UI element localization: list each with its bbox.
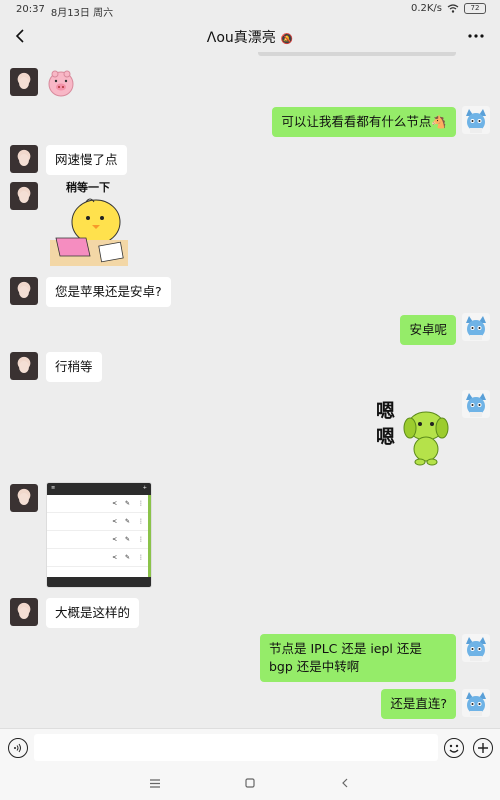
contact-avatar[interactable]: [10, 68, 38, 96]
image-row: < ✎ ⋮: [47, 531, 151, 549]
contact-avatar[interactable]: [10, 352, 38, 380]
message-bubble-out[interactable]: 可以让我看看都有什么节点🐴: [272, 107, 456, 137]
plus-icon: [478, 743, 488, 753]
cat-avatar-icon: [466, 637, 486, 661]
status-time: 20:37: [16, 4, 45, 15]
cat-avatar-icon: [466, 692, 486, 716]
status-date: 8月13日 周六: [50, 8, 114, 19]
chat-header: Λou真漂亮 🔕: [0, 20, 500, 52]
home-icon: [245, 778, 255, 788]
sticker-caption: 稍等一下: [66, 181, 110, 194]
emoji-icon: [449, 744, 459, 753]
input-bar: [0, 728, 500, 766]
message-bubble-in[interactable]: 您是苹果还是安卓?: [46, 277, 171, 307]
my-avatar[interactable]: [462, 390, 490, 418]
more-dots-icon: [468, 34, 484, 38]
contact-avatar[interactable]: [10, 145, 38, 173]
image-row: < ✎ ⋮: [47, 495, 151, 513]
my-avatar[interactable]: [462, 634, 490, 662]
scroll-edge: [258, 52, 456, 56]
status-bar: 20:37 8月13日 周六 0.2K/s 72: [0, 0, 500, 20]
image-edge: [148, 495, 151, 579]
my-avatar[interactable]: [462, 689, 490, 717]
battery-icon: 72: [464, 3, 486, 14]
contact-avatar[interactable]: [10, 277, 38, 305]
message-bubble-out[interactable]: 还是直连?: [381, 689, 456, 719]
message-bubble-in[interactable]: 网速慢了点: [46, 145, 127, 175]
network-speed: 0.2K/s: [410, 3, 442, 14]
chat-title: Λou真漂亮 🔕: [0, 27, 500, 47]
battery-level: 72: [470, 4, 480, 12]
my-avatar[interactable]: [462, 106, 490, 134]
voice-icon: [14, 743, 21, 753]
emoji-button[interactable]: [444, 738, 464, 758]
system-back-button[interactable]: [336, 774, 354, 792]
message-bubble-out[interactable]: 安卓呢: [400, 315, 456, 345]
subscription-screenshot-image[interactable]: ≡ + < ✎ ⋮ < ✎ ⋮ < ✎ ⋮ < ✎ ⋮: [46, 482, 152, 588]
home-button[interactable]: [241, 774, 259, 792]
message-bubble-in[interactable]: 大概是这样的: [46, 598, 140, 628]
sticker-caption: 嗯嗯: [376, 400, 396, 448]
my-avatar[interactable]: [462, 313, 490, 341]
back-triangle-icon: [342, 778, 348, 788]
contact-name: Λou真漂亮: [206, 30, 276, 46]
recent-apps-button[interactable]: [146, 774, 164, 792]
wifi-icon: [447, 4, 459, 13]
voice-button[interactable]: [8, 738, 28, 758]
message-input[interactable]: [34, 734, 438, 761]
more-button[interactable]: [466, 24, 486, 48]
image-row: < ✎ ⋮: [47, 549, 151, 567]
pig-sticker[interactable]: [46, 68, 76, 98]
image-row: < ✎ ⋮: [47, 513, 151, 531]
message-bubble-in[interactable]: 行稍等: [46, 352, 102, 382]
system-nav-bar: [0, 766, 500, 800]
contact-avatar[interactable]: [10, 182, 38, 210]
message-bubble-out[interactable]: 节点是 IPLC 还是 iepl 还是 bgp 还是中转啊: [260, 634, 456, 682]
image-appbar: ≡ +: [47, 483, 151, 495]
cat-avatar-icon: [466, 109, 486, 133]
chick-sticker[interactable]: 稍等一下: [46, 178, 132, 268]
more-actions-button[interactable]: [473, 738, 493, 758]
dog-sticker[interactable]: 嗯嗯: [376, 392, 452, 468]
green-dog-icon: [403, 411, 449, 466]
mute-bell-icon: 🔕: [280, 34, 294, 45]
image-footer: [47, 577, 151, 587]
cat-avatar-icon: [466, 316, 486, 340]
contact-avatar[interactable]: [10, 484, 38, 512]
menu-icon: [150, 778, 160, 788]
contact-avatar[interactable]: [10, 598, 38, 626]
cat-avatar-icon: [466, 393, 486, 417]
